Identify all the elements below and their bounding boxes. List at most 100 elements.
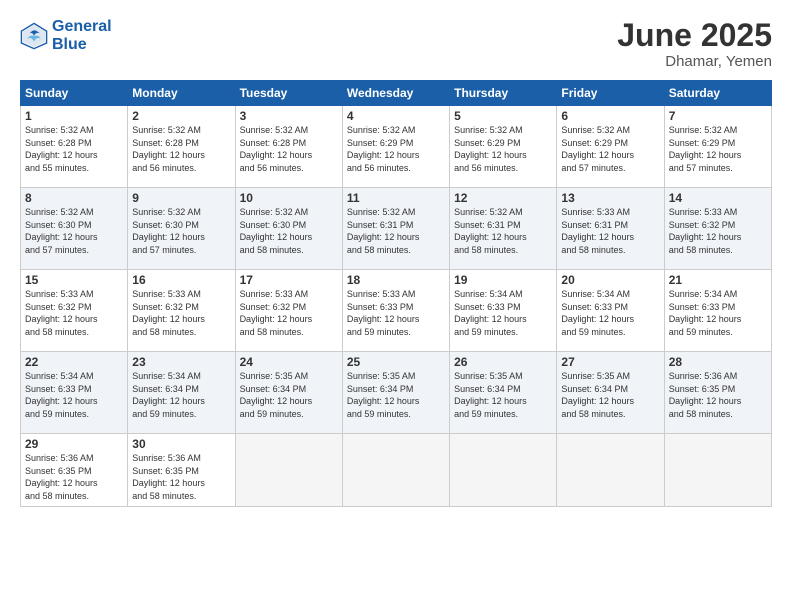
day-number: 25 bbox=[347, 355, 445, 369]
day-info: Sunrise: 5:32 AM Sunset: 6:30 PM Dayligh… bbox=[132, 206, 230, 256]
calendar-cell: 26Sunrise: 5:35 AM Sunset: 6:34 PM Dayli… bbox=[450, 352, 557, 434]
day-info: Sunrise: 5:32 AM Sunset: 6:28 PM Dayligh… bbox=[132, 124, 230, 174]
calendar-cell: 14Sunrise: 5:33 AM Sunset: 6:32 PM Dayli… bbox=[664, 188, 771, 270]
calendar-cell: 6Sunrise: 5:32 AM Sunset: 6:29 PM Daylig… bbox=[557, 106, 664, 188]
day-info: Sunrise: 5:33 AM Sunset: 6:32 PM Dayligh… bbox=[132, 288, 230, 338]
day-number: 12 bbox=[454, 191, 552, 205]
day-number: 29 bbox=[25, 437, 123, 451]
calendar-cell: 13Sunrise: 5:33 AM Sunset: 6:31 PM Dayli… bbox=[557, 188, 664, 270]
col-sunday: Sunday bbox=[21, 81, 128, 106]
day-number: 14 bbox=[669, 191, 767, 205]
col-saturday: Saturday bbox=[664, 81, 771, 106]
day-info: Sunrise: 5:32 AM Sunset: 6:29 PM Dayligh… bbox=[561, 124, 659, 174]
logo: General Blue bbox=[20, 18, 112, 53]
calendar-cell: 15Sunrise: 5:33 AM Sunset: 6:32 PM Dayli… bbox=[21, 270, 128, 352]
day-number: 6 bbox=[561, 109, 659, 123]
col-monday: Monday bbox=[128, 81, 235, 106]
day-number: 19 bbox=[454, 273, 552, 287]
header-row: Sunday Monday Tuesday Wednesday Thursday… bbox=[21, 81, 772, 106]
calendar-cell: 25Sunrise: 5:35 AM Sunset: 6:34 PM Dayli… bbox=[342, 352, 449, 434]
calendar-cell: 7Sunrise: 5:32 AM Sunset: 6:29 PM Daylig… bbox=[664, 106, 771, 188]
day-info: Sunrise: 5:35 AM Sunset: 6:34 PM Dayligh… bbox=[347, 370, 445, 420]
col-thursday: Thursday bbox=[450, 81, 557, 106]
calendar-cell: 12Sunrise: 5:32 AM Sunset: 6:31 PM Dayli… bbox=[450, 188, 557, 270]
calendar-cell: 5Sunrise: 5:32 AM Sunset: 6:29 PM Daylig… bbox=[450, 106, 557, 188]
day-info: Sunrise: 5:34 AM Sunset: 6:33 PM Dayligh… bbox=[669, 288, 767, 338]
day-info: Sunrise: 5:33 AM Sunset: 6:32 PM Dayligh… bbox=[240, 288, 338, 338]
calendar-cell: 21Sunrise: 5:34 AM Sunset: 6:33 PM Dayli… bbox=[664, 270, 771, 352]
day-info: Sunrise: 5:34 AM Sunset: 6:33 PM Dayligh… bbox=[454, 288, 552, 338]
day-info: Sunrise: 5:33 AM Sunset: 6:31 PM Dayligh… bbox=[561, 206, 659, 256]
location: Dhamar, Yemen bbox=[617, 53, 772, 70]
calendar-cell bbox=[235, 434, 342, 506]
calendar-cell: 16Sunrise: 5:33 AM Sunset: 6:32 PM Dayli… bbox=[128, 270, 235, 352]
calendar-body: 1Sunrise: 5:32 AM Sunset: 6:28 PM Daylig… bbox=[21, 106, 772, 506]
title-block: June 2025 Dhamar, Yemen bbox=[617, 18, 772, 70]
day-info: Sunrise: 5:32 AM Sunset: 6:28 PM Dayligh… bbox=[240, 124, 338, 174]
day-number: 16 bbox=[132, 273, 230, 287]
day-number: 7 bbox=[669, 109, 767, 123]
calendar-cell bbox=[450, 434, 557, 506]
day-number: 21 bbox=[669, 273, 767, 287]
logo-line1: General bbox=[52, 18, 112, 35]
calendar-table: Sunday Monday Tuesday Wednesday Thursday… bbox=[20, 80, 772, 506]
page: General Blue June 2025 Dhamar, Yemen Sun… bbox=[0, 0, 792, 612]
day-info: Sunrise: 5:34 AM Sunset: 6:33 PM Dayligh… bbox=[561, 288, 659, 338]
day-info: Sunrise: 5:32 AM Sunset: 6:28 PM Dayligh… bbox=[25, 124, 123, 174]
logo-line2: Blue bbox=[52, 36, 87, 53]
day-info: Sunrise: 5:33 AM Sunset: 6:33 PM Dayligh… bbox=[347, 288, 445, 338]
calendar-cell: 10Sunrise: 5:32 AM Sunset: 6:30 PM Dayli… bbox=[235, 188, 342, 270]
day-number: 26 bbox=[454, 355, 552, 369]
calendar-cell: 20Sunrise: 5:34 AM Sunset: 6:33 PM Dayli… bbox=[557, 270, 664, 352]
day-info: Sunrise: 5:32 AM Sunset: 6:29 PM Dayligh… bbox=[347, 124, 445, 174]
day-number: 2 bbox=[132, 109, 230, 123]
calendar-cell: 17Sunrise: 5:33 AM Sunset: 6:32 PM Dayli… bbox=[235, 270, 342, 352]
calendar-cell: 19Sunrise: 5:34 AM Sunset: 6:33 PM Dayli… bbox=[450, 270, 557, 352]
day-number: 27 bbox=[561, 355, 659, 369]
day-info: Sunrise: 5:32 AM Sunset: 6:30 PM Dayligh… bbox=[25, 206, 123, 256]
header: General Blue June 2025 Dhamar, Yemen bbox=[20, 18, 772, 70]
day-number: 10 bbox=[240, 191, 338, 205]
calendar-cell bbox=[557, 434, 664, 506]
calendar-cell bbox=[342, 434, 449, 506]
day-number: 3 bbox=[240, 109, 338, 123]
calendar-cell: 3Sunrise: 5:32 AM Sunset: 6:28 PM Daylig… bbox=[235, 106, 342, 188]
calendar-week-1: 8Sunrise: 5:32 AM Sunset: 6:30 PM Daylig… bbox=[21, 188, 772, 270]
day-number: 15 bbox=[25, 273, 123, 287]
calendar-week-0: 1Sunrise: 5:32 AM Sunset: 6:28 PM Daylig… bbox=[21, 106, 772, 188]
day-number: 11 bbox=[347, 191, 445, 205]
calendar-cell: 30Sunrise: 5:36 AM Sunset: 6:35 PM Dayli… bbox=[128, 434, 235, 506]
calendar-week-3: 22Sunrise: 5:34 AM Sunset: 6:33 PM Dayli… bbox=[21, 352, 772, 434]
day-number: 1 bbox=[25, 109, 123, 123]
col-tuesday: Tuesday bbox=[235, 81, 342, 106]
day-info: Sunrise: 5:35 AM Sunset: 6:34 PM Dayligh… bbox=[240, 370, 338, 420]
calendar-cell: 24Sunrise: 5:35 AM Sunset: 6:34 PM Dayli… bbox=[235, 352, 342, 434]
day-info: Sunrise: 5:32 AM Sunset: 6:31 PM Dayligh… bbox=[347, 206, 445, 256]
day-number: 23 bbox=[132, 355, 230, 369]
calendar-cell: 2Sunrise: 5:32 AM Sunset: 6:28 PM Daylig… bbox=[128, 106, 235, 188]
day-info: Sunrise: 5:32 AM Sunset: 6:29 PM Dayligh… bbox=[454, 124, 552, 174]
day-info: Sunrise: 5:32 AM Sunset: 6:31 PM Dayligh… bbox=[454, 206, 552, 256]
day-number: 30 bbox=[132, 437, 230, 451]
day-info: Sunrise: 5:35 AM Sunset: 6:34 PM Dayligh… bbox=[454, 370, 552, 420]
logo-icon bbox=[20, 22, 48, 50]
calendar-cell: 8Sunrise: 5:32 AM Sunset: 6:30 PM Daylig… bbox=[21, 188, 128, 270]
day-info: Sunrise: 5:34 AM Sunset: 6:33 PM Dayligh… bbox=[25, 370, 123, 420]
month-title: June 2025 bbox=[617, 18, 772, 53]
calendar-cell: 1Sunrise: 5:32 AM Sunset: 6:28 PM Daylig… bbox=[21, 106, 128, 188]
day-number: 17 bbox=[240, 273, 338, 287]
logo-text: General Blue bbox=[52, 18, 112, 53]
col-wednesday: Wednesday bbox=[342, 81, 449, 106]
day-info: Sunrise: 5:35 AM Sunset: 6:34 PM Dayligh… bbox=[561, 370, 659, 420]
day-number: 28 bbox=[669, 355, 767, 369]
day-info: Sunrise: 5:34 AM Sunset: 6:34 PM Dayligh… bbox=[132, 370, 230, 420]
calendar-cell: 27Sunrise: 5:35 AM Sunset: 6:34 PM Dayli… bbox=[557, 352, 664, 434]
day-number: 22 bbox=[25, 355, 123, 369]
day-number: 13 bbox=[561, 191, 659, 205]
day-number: 5 bbox=[454, 109, 552, 123]
day-info: Sunrise: 5:32 AM Sunset: 6:30 PM Dayligh… bbox=[240, 206, 338, 256]
col-friday: Friday bbox=[557, 81, 664, 106]
day-number: 9 bbox=[132, 191, 230, 205]
day-number: 24 bbox=[240, 355, 338, 369]
calendar-cell: 29Sunrise: 5:36 AM Sunset: 6:35 PM Dayli… bbox=[21, 434, 128, 506]
